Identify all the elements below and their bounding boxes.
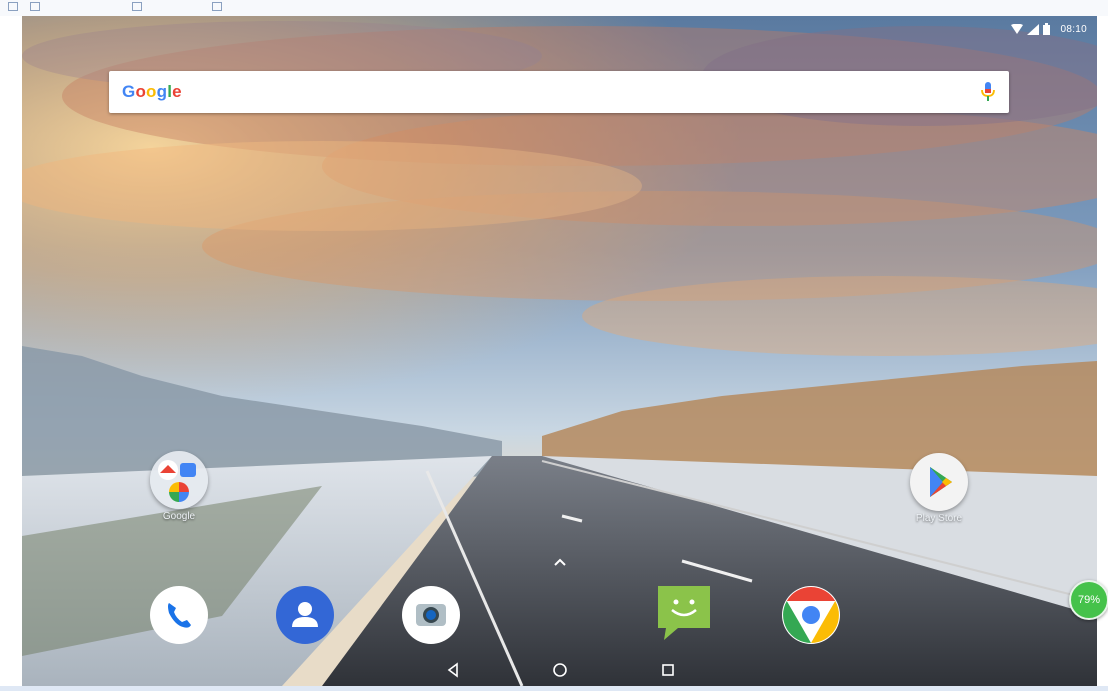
camera-icon[interactable] <box>401 585 461 645</box>
duo-icon <box>180 463 196 477</box>
messaging-icon[interactable] <box>654 582 714 642</box>
cell-signal-icon <box>1027 23 1040 35</box>
host-left-margin <box>0 16 22 691</box>
recents-icon[interactable] <box>658 660 678 680</box>
device-screen: 08:10 Google Google Play Store <box>22 16 1097 686</box>
home-icon[interactable] <box>550 660 570 680</box>
chrome-icon[interactable] <box>781 585 841 645</box>
status-bar: 08:10 <box>1011 20 1087 38</box>
play-store-label: Play Store <box>915 513 963 524</box>
wifi-icon <box>1011 24 1024 34</box>
host-fragment-2 <box>28 1 40 12</box>
phone-icon[interactable] <box>149 585 209 645</box>
host-fragment-3 <box>130 1 142 12</box>
host-window-strip <box>0 0 1108 17</box>
play-store-app[interactable]: Play Store <box>899 453 979 524</box>
battery-percentage-bubble[interactable]: 79% <box>1069 580 1108 620</box>
folder-icon <box>150 451 208 509</box>
play-store-icon <box>910 453 968 511</box>
back-icon[interactable] <box>443 660 463 680</box>
mic-icon[interactable] <box>981 82 995 102</box>
app-drawer-arrow-icon[interactable] <box>552 556 568 568</box>
host-fragment-4 <box>210 1 222 12</box>
photos-icon <box>169 482 189 502</box>
contacts-icon[interactable] <box>275 585 335 645</box>
google-folder[interactable]: Google <box>139 451 219 522</box>
battery-icon <box>1043 23 1051 35</box>
host-fragment-1 <box>6 1 18 12</box>
host-bottom-border <box>0 686 1108 691</box>
folder-previews <box>158 460 196 502</box>
folder-label: Google <box>162 511 196 522</box>
google-logo: Google <box>122 82 182 101</box>
google-search-bar[interactable]: Google <box>109 71 1009 113</box>
status-time: 08:10 <box>1060 23 1087 35</box>
